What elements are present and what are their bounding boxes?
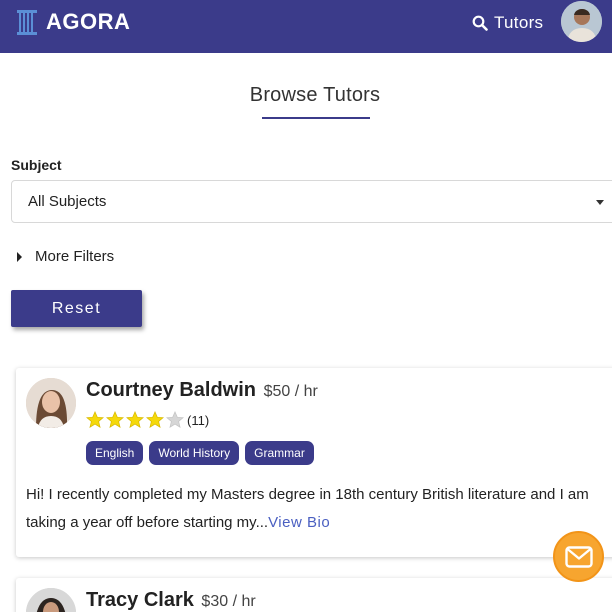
- contact-button[interactable]: [553, 531, 604, 582]
- brand-name: AGORA: [46, 9, 131, 34]
- nav-tutors-label: Tutors: [494, 13, 544, 32]
- brand-logo[interactable]: AGORA: [16, 8, 130, 36]
- star-filled-icon: [146, 411, 164, 428]
- subject-tag[interactable]: Grammar: [245, 441, 314, 465]
- search-icon: [472, 15, 488, 31]
- tutor-rate: $50 / hr: [263, 383, 318, 400]
- tutor-rate: $30 / hr: [201, 593, 256, 610]
- tutor-name[interactable]: Courtney Baldwin: [86, 379, 256, 401]
- user-avatar-image: [561, 1, 602, 42]
- review-count: (11): [187, 412, 210, 428]
- tutor-photo: [26, 588, 76, 612]
- tutor-card[interactable]: Courtney Baldwin $50 / hr (11) English W…: [16, 368, 612, 557]
- tutor-avatar[interactable]: [26, 378, 76, 428]
- star-empty-icon: [166, 411, 184, 428]
- more-filters-label: More Filters: [35, 248, 115, 265]
- subject-select[interactable]: All Subjects: [11, 180, 612, 223]
- tutor-name-line: Tracy Clark $30 / hr: [86, 589, 256, 612]
- star-filled-icon: [126, 411, 144, 428]
- subject-select-value: All Subjects: [28, 193, 107, 210]
- star-filled-icon: [106, 411, 124, 428]
- tutor-rating: (11): [86, 411, 209, 429]
- subject-tag[interactable]: World History: [149, 441, 240, 465]
- view-bio-link[interactable]: View Bio: [268, 514, 330, 531]
- caret-right-icon: [17, 251, 22, 262]
- nav-tutors-link[interactable]: Tutors: [472, 10, 543, 36]
- envelope-icon: [564, 545, 593, 568]
- tutor-card[interactable]: Tracy Clark $30 / hr: [16, 578, 612, 612]
- subject-label: Subject: [11, 157, 62, 173]
- tutor-photo: [26, 378, 76, 428]
- tutor-bio: Hi! I recently completed my Masters degr…: [26, 481, 611, 537]
- more-filters-toggle[interactable]: More Filters: [17, 248, 114, 265]
- tutor-avatar[interactable]: [26, 588, 76, 612]
- column-icon: [17, 10, 37, 35]
- caret-down-icon: [596, 200, 604, 205]
- reset-button[interactable]: Reset: [11, 290, 142, 327]
- top-navbar: AGORA Tutors: [0, 0, 612, 53]
- user-avatar[interactable]: [561, 1, 602, 42]
- star-filled-icon: [86, 411, 104, 428]
- tutor-name-line: Courtney Baldwin $50 / hr: [86, 379, 318, 402]
- tutor-name[interactable]: Tracy Clark: [86, 589, 194, 611]
- subject-tags: English World History Grammar: [86, 441, 320, 465]
- subject-tag[interactable]: English: [86, 441, 144, 465]
- page-title: Browse Tutors: [249, 84, 381, 106]
- title-underline: [262, 117, 370, 119]
